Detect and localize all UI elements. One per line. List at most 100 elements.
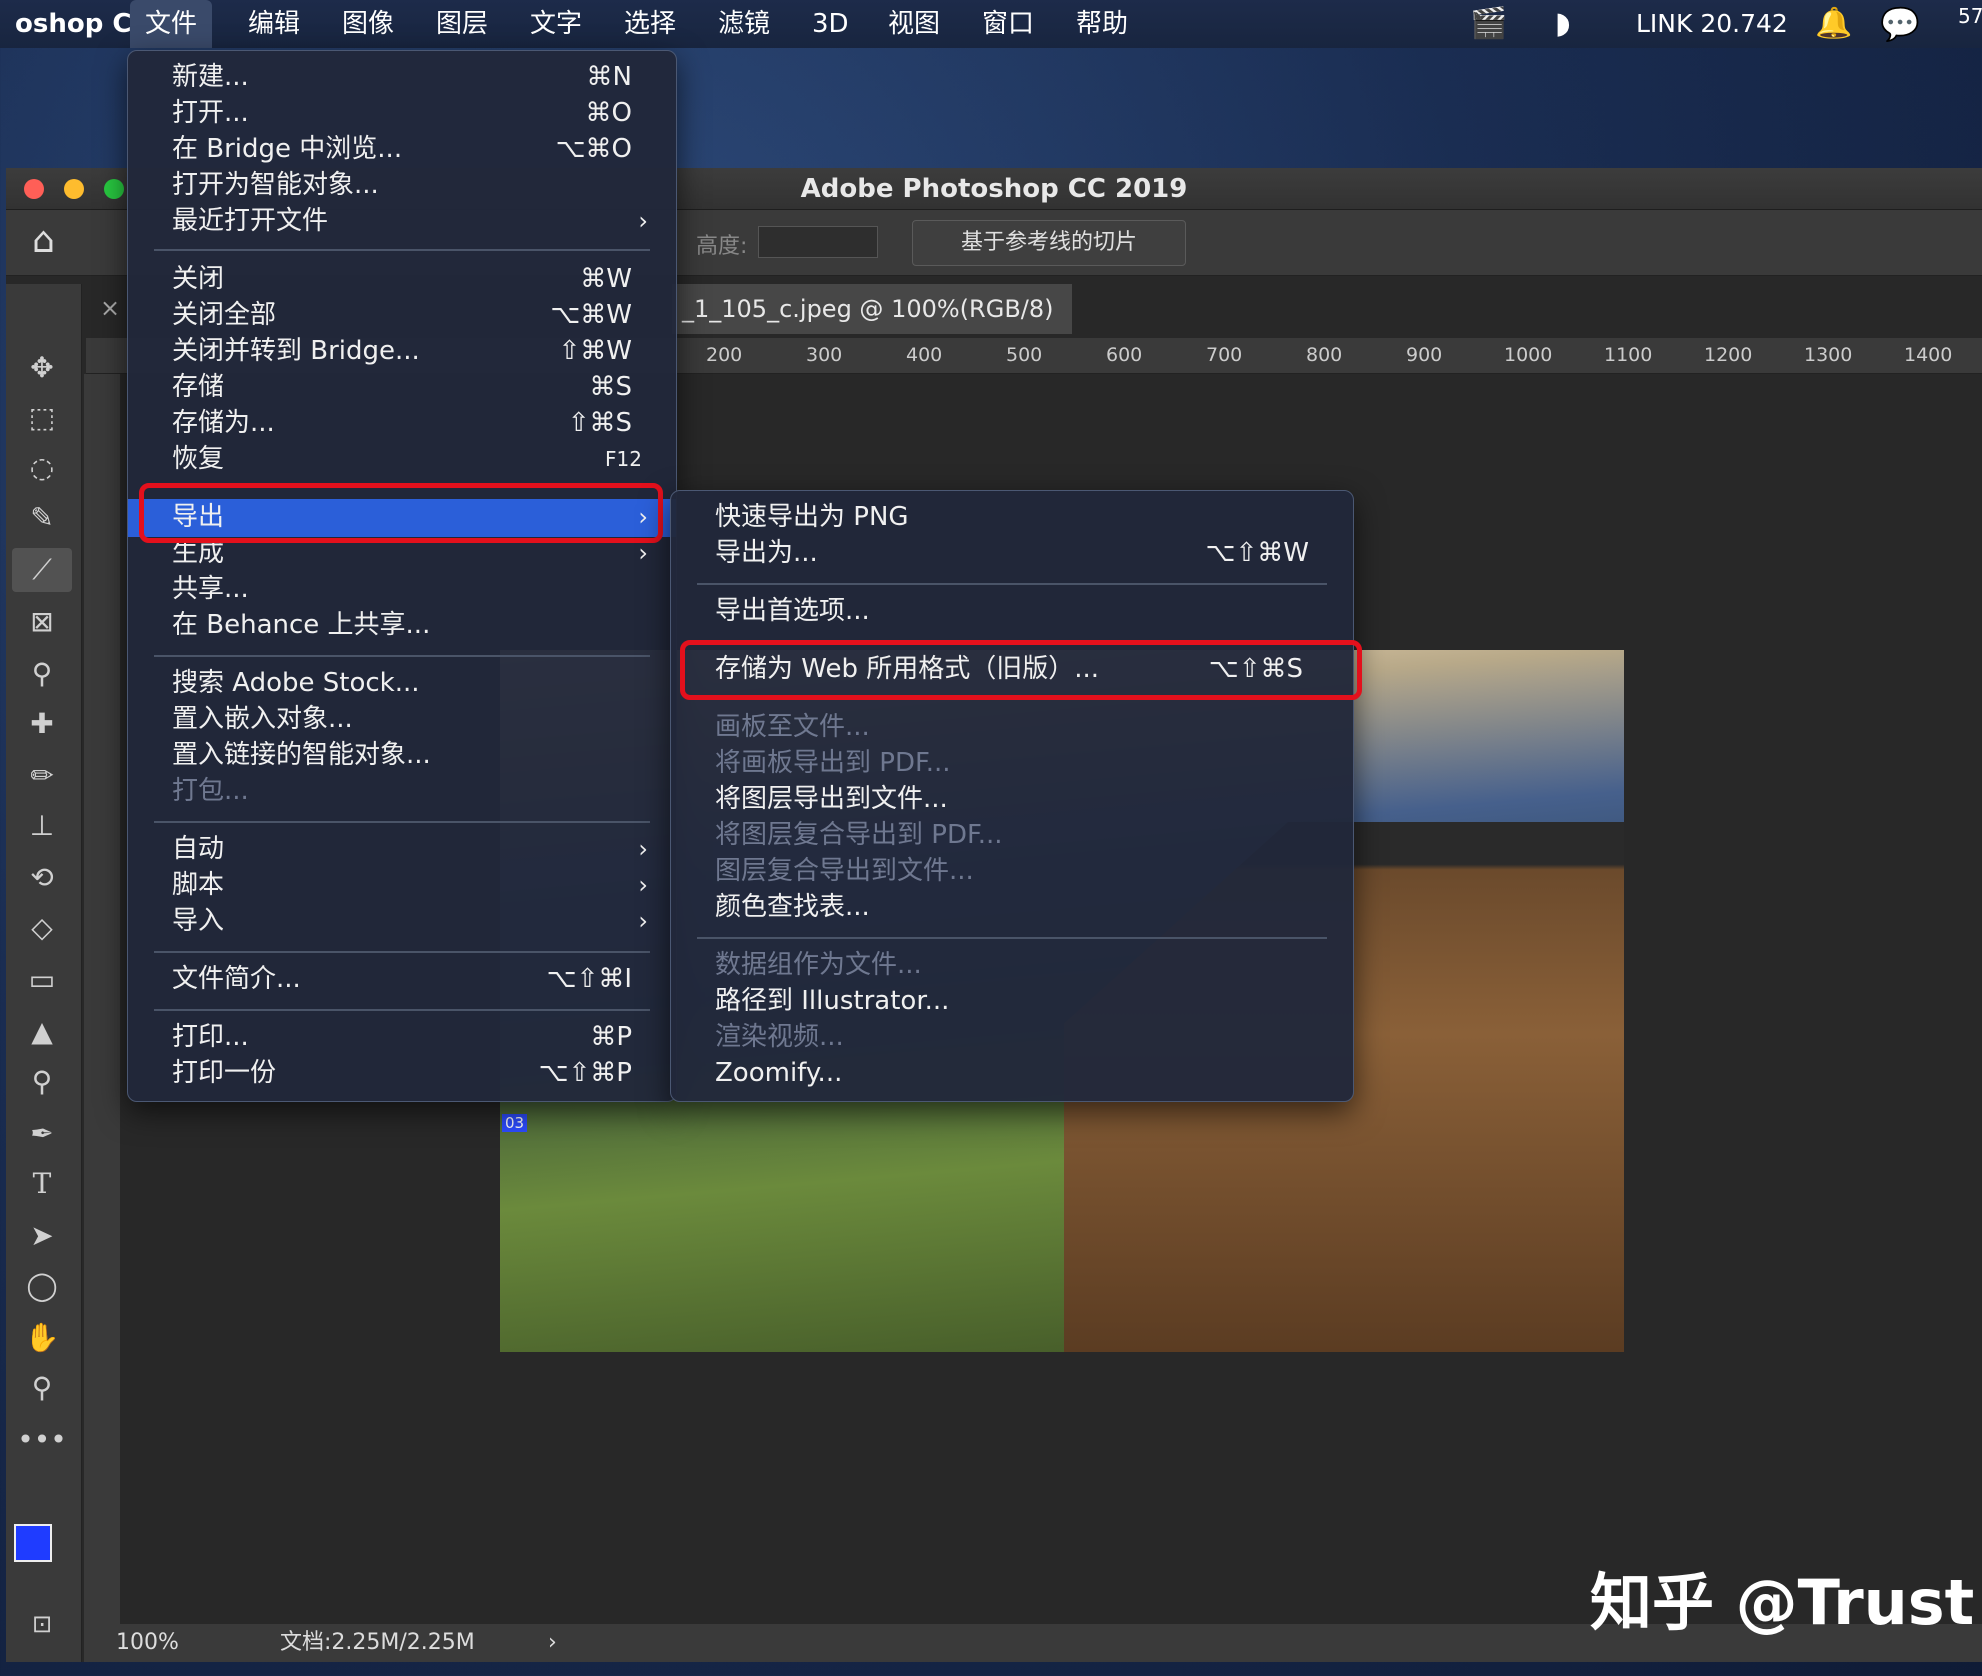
menu-item-place-linked[interactable]: 置入链接的智能对象...	[128, 737, 676, 773]
menu-item-place-embedded[interactable]: 置入嵌入对象...	[128, 701, 676, 737]
menu-filter[interactable]: 滤镜	[703, 0, 785, 48]
quick-select-tool-icon[interactable]: ✎	[12, 496, 72, 540]
menu-item-scripts[interactable]: 脚本 ›	[128, 867, 676, 903]
wechat-icon[interactable]: 💬	[1880, 0, 1920, 48]
height-input[interactable]	[758, 226, 878, 258]
menu-item-close[interactable]: 关闭 ⌘W	[128, 261, 676, 297]
blur-tool-icon[interactable]: ▲	[12, 1010, 72, 1054]
type-tool-icon[interactable]: T	[12, 1162, 72, 1206]
menu-item-shortcut: ⌥⇧⌘W	[1205, 538, 1309, 568]
menu-item-new[interactable]: 新建... ⌘N	[128, 59, 676, 95]
eraser-tool-icon[interactable]: ◇	[12, 906, 72, 950]
document-tab[interactable]: _1_105_c.jpeg @ 100%(RGB/8) *	[672, 284, 1072, 373]
menu-item-label: 置入嵌入对象...	[172, 704, 353, 734]
quick-mask-icon[interactable]: ⊡	[12, 1602, 72, 1646]
menu-item-label: 将图层复合导出到 PDF...	[715, 820, 1003, 850]
more-tools-icon[interactable]: •••	[12, 1418, 72, 1462]
link-status[interactable]: LINK 20.742	[1636, 0, 1788, 48]
foreground-color-swatch[interactable]	[14, 1524, 52, 1562]
menu-edit[interactable]: 编辑	[233, 0, 315, 48]
clapperboard-icon[interactable]: 🎬	[1470, 0, 1507, 48]
menu-item-export-as[interactable]: 导出为... ⌥⇧⌘W	[671, 535, 1353, 571]
pen-tool-icon[interactable]: ✒	[12, 1112, 72, 1156]
menu-item-close-all[interactable]: 关闭全部 ⌥⌘W	[128, 297, 676, 333]
menu-item-label: 在 Behance 上共享...	[172, 610, 431, 640]
zoom-tool-icon[interactable]: ⚲	[12, 1366, 72, 1410]
menu-item-share-behance[interactable]: 在 Behance 上共享...	[128, 607, 676, 643]
menu-item-file-info[interactable]: 文件简介... ⌥⇧⌘I	[128, 961, 676, 997]
menu-item-import[interactable]: 导入 ›	[128, 903, 676, 939]
clock: 57	[1958, 4, 1982, 28]
marquee-tool-icon[interactable]: ⬚	[12, 396, 72, 440]
menu-item-automate[interactable]: 自动 ›	[128, 831, 676, 867]
menu-item-open-smart-object[interactable]: 打开为智能对象...	[128, 167, 676, 203]
menu-item-label: 恢复	[172, 444, 225, 474]
menu-item-layers-to-files[interactable]: 将图层导出到文件...	[671, 781, 1353, 817]
menu-item-label: 渲染视频...	[715, 1022, 844, 1052]
history-brush-icon[interactable]: ⟲	[12, 856, 72, 900]
menu-item-print[interactable]: 打印... ⌘P	[128, 1019, 676, 1055]
menu-item-close-go-bridge[interactable]: 关闭并转到 Bridge... ⇧⌘W	[128, 333, 676, 369]
menu-select[interactable]: 选择	[609, 0, 691, 48]
menu-item-color-lookup[interactable]: 颜色查找表...	[671, 889, 1353, 925]
chevron-right-icon: ›	[638, 835, 648, 863]
menu-item-shortcut: ⌘O	[585, 98, 632, 128]
menu-file[interactable]: 文件	[130, 0, 213, 48]
menu-item-open[interactable]: 打开... ⌘O	[128, 95, 676, 131]
menu-separator	[154, 821, 650, 823]
eyedropper-tool-icon[interactable]: ⚲	[12, 652, 72, 696]
menu-item-share[interactable]: 共享...	[128, 571, 676, 607]
minimize-window-button[interactable]	[64, 179, 84, 199]
menu-item-paths-to-illustrator[interactable]: 路径到 Illustrator...	[671, 983, 1353, 1019]
guide-slices-button[interactable]: 基于参考线的切片	[912, 220, 1186, 266]
home-icon[interactable]: ⌂	[32, 220, 55, 261]
zoom-window-button[interactable]	[104, 179, 124, 199]
move-tool-icon[interactable]: ✥	[12, 346, 72, 390]
dodge-tool-icon[interactable]: ⚲	[12, 1060, 72, 1104]
menu-item-save-as[interactable]: 存储为... ⇧⌘S	[128, 405, 676, 441]
menu-item-shortcut: ⌘P	[590, 1022, 632, 1052]
menu-item-save[interactable]: 存储 ⌘S	[128, 369, 676, 405]
menu-item-label: 导出首选项...	[715, 596, 870, 626]
status-arrow-icon[interactable]: ›	[548, 1624, 557, 1662]
menu-item-shortcut: ⌥⇧⌘I	[546, 964, 632, 994]
close-tab-icon[interactable]: ×	[100, 294, 120, 322]
menu-image[interactable]: 图像	[327, 0, 409, 48]
qq-icon[interactable]: 🔔	[1815, 0, 1852, 48]
chevron-right-icon: ›	[638, 871, 648, 899]
menu-item-label: 画板至文件...	[715, 712, 870, 742]
menu-type[interactable]: 文字	[515, 0, 597, 48]
close-window-button[interactable]	[24, 179, 44, 199]
menu-item-search-stock[interactable]: 搜索 Adobe Stock...	[128, 665, 676, 701]
stamp-tool-icon[interactable]: ⊥	[12, 804, 72, 848]
menu-window[interactable]: 窗口	[967, 0, 1049, 48]
ellipse-tool-icon[interactable]: ◯	[12, 1264, 72, 1308]
brush-tool-icon[interactable]: ✏	[12, 754, 72, 798]
lasso-tool-icon[interactable]: ◌	[12, 446, 72, 490]
ruler-tick: 500	[1006, 344, 1043, 366]
healing-brush-icon[interactable]: ✚	[12, 702, 72, 746]
mac-menu-bar: oshop CC 文件 编辑 图像 图层 文字 选择 滤镜 3D 视图 窗口 帮…	[0, 0, 1982, 48]
hand-tool-icon[interactable]: ✋	[12, 1316, 72, 1360]
doc-size-info: 文档:2.25M/2.25M	[280, 1630, 475, 1655]
shield-icon[interactable]: ◗	[1555, 0, 1571, 48]
menu-item-print-one[interactable]: 打印一份 ⌥⇧⌘P	[128, 1055, 676, 1091]
menu-item-quick-export-png[interactable]: 快速导出为 PNG	[671, 499, 1353, 535]
menu-item-label: 在 Bridge 中浏览...	[172, 134, 403, 164]
gradient-tool-icon[interactable]: ▭	[12, 958, 72, 1002]
menu-3d[interactable]: 3D	[797, 0, 864, 48]
menu-item-revert[interactable]: 恢复 F12	[128, 441, 676, 477]
menu-item-shortcut: ⇧⌘S	[567, 408, 632, 438]
menu-item-artboards-to-files: 画板至文件...	[671, 709, 1353, 745]
menu-item-zoomify[interactable]: Zoomify...	[671, 1055, 1353, 1091]
menu-help[interactable]: 帮助	[1061, 0, 1143, 48]
menu-item-browse-bridge[interactable]: 在 Bridge 中浏览... ⌥⌘O	[128, 131, 676, 167]
path-select-icon[interactable]: ➤	[12, 1214, 72, 1258]
frame-tool-icon[interactable]: ⊠	[12, 600, 72, 644]
slice-tool-icon[interactable]: ⟋	[12, 548, 72, 592]
menu-item-recent[interactable]: 最近打开文件 ›	[128, 203, 676, 239]
menu-item-export-prefs[interactable]: 导出首选项...	[671, 593, 1353, 629]
menu-layer[interactable]: 图层	[421, 0, 503, 48]
zoom-level[interactable]: 100%	[116, 1624, 179, 1662]
menu-view[interactable]: 视图	[873, 0, 955, 48]
